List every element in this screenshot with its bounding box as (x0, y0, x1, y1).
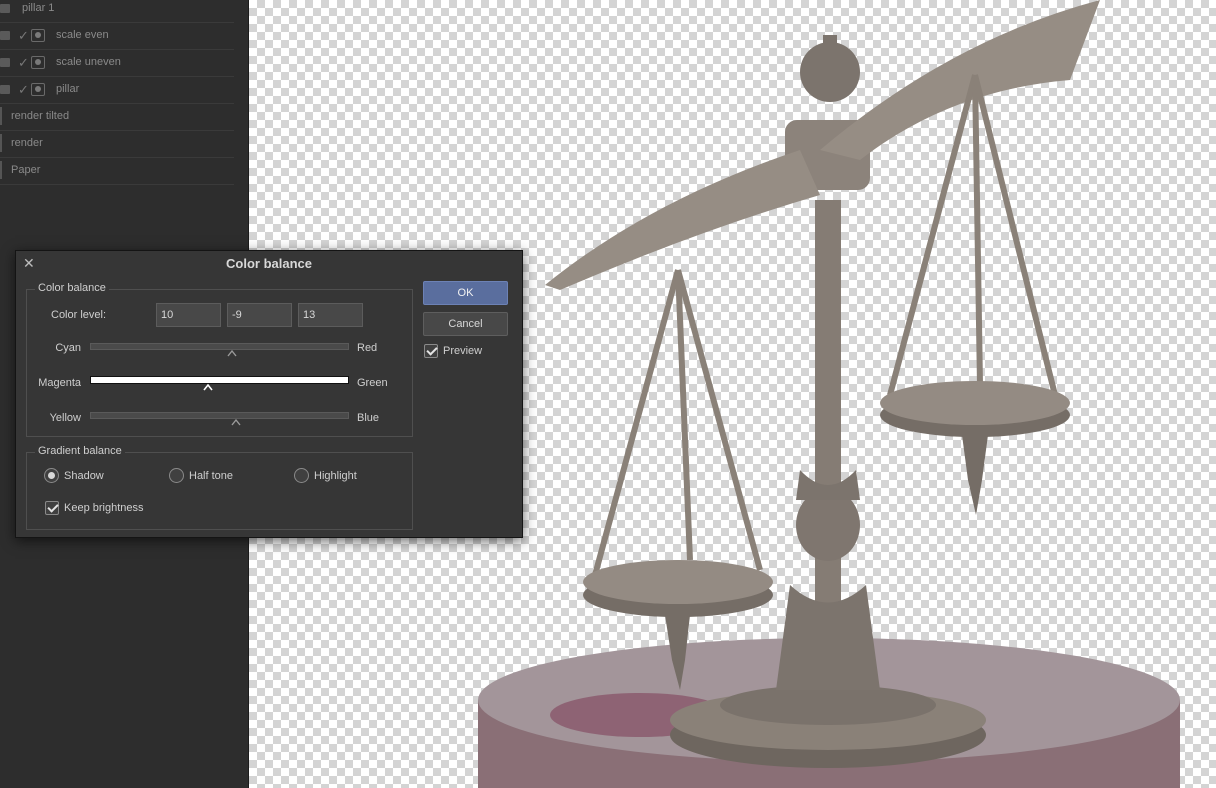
layer-name: Paper (11, 164, 41, 176)
layer-row-scale-even[interactable]: ✓ scale even (0, 23, 234, 50)
layer-color-icon[interactable] (31, 83, 45, 96)
layer-row-pillar-1[interactable]: pillar 1 (0, 0, 234, 23)
layer-color-icon[interactable] (31, 29, 45, 42)
keep-brightness-label: Keep brightness (64, 502, 144, 514)
layer-edge (0, 107, 2, 125)
folder-icon (0, 31, 10, 40)
layer-row-render[interactable]: render (0, 131, 234, 158)
layer-name: scale even (56, 29, 109, 41)
right-chain-3 (972, 74, 1058, 396)
blue-label: Blue (357, 412, 380, 424)
layer-edge (0, 134, 2, 152)
left-pan (583, 560, 773, 604)
shadow-radio[interactable] (44, 468, 59, 483)
layer-name: pillar (56, 83, 80, 95)
green-label: Green (357, 377, 388, 389)
preview-checkbox[interactable] (424, 344, 438, 358)
layer-color-icon[interactable] (31, 56, 45, 69)
color-level-input-2[interactable]: -9 (227, 303, 292, 327)
dialog-title: Color balance (226, 256, 312, 271)
color-level-input-3[interactable]: 13 (298, 303, 363, 327)
highlight-label: Highlight (314, 470, 357, 482)
right-pan (880, 381, 1070, 425)
pillar-column (815, 200, 841, 640)
layer-row-scale-uneven[interactable]: ✓ scale uneven (0, 50, 234, 77)
gradient-balance-group: Gradient balance Shadow Half tone Highli… (26, 445, 413, 530)
layer-row-pillar[interactable]: ✓ pillar (0, 77, 234, 104)
scale-foot-ring (720, 685, 936, 725)
shadow-label: Shadow (64, 470, 104, 482)
halftone-radio[interactable] (169, 468, 184, 483)
red-label: Red (357, 342, 378, 354)
color-balance-group: Color balance Color level: 10 -9 13 Cyan… (26, 282, 413, 437)
visibility-check-icon[interactable]: ✓ (18, 83, 29, 96)
color-balance-dialog: ✕ Color balance Color balance Color leve… (15, 250, 523, 538)
folder-icon (0, 58, 10, 67)
right-pan-drop (962, 435, 988, 515)
magenta-green-slider[interactable] (90, 376, 349, 384)
layer-row-paper[interactable]: Paper (0, 158, 234, 185)
visibility-check-icon[interactable]: ✓ (18, 29, 29, 42)
halftone-label: Half tone (189, 470, 234, 482)
layer-name: scale uneven (56, 56, 121, 68)
cyan-red-thumb[interactable] (227, 349, 237, 357)
yellow-label: Yellow (49, 412, 81, 424)
magenta-green-thumb[interactable] (203, 383, 213, 391)
preview-label: Preview (443, 345, 483, 357)
layer-row-render-tilted[interactable]: render tilted (0, 104, 234, 131)
left-chain-1 (592, 269, 681, 576)
cyan-red-slider[interactable] (90, 343, 349, 350)
right-chain-2 (972, 74, 983, 386)
highlight-radio[interactable] (294, 468, 309, 483)
keep-brightness-checkbox[interactable] (45, 501, 59, 515)
layer-name: render (11, 137, 43, 149)
layer-name: pillar 1 (22, 2, 55, 14)
yellow-blue-slider[interactable] (90, 412, 349, 419)
color-level-input-1[interactable]: 10 (156, 303, 221, 327)
group-title: Gradient balance (35, 445, 125, 457)
layer-edge (0, 161, 2, 179)
yellow-blue-thumb[interactable] (231, 418, 241, 426)
group-title: Color balance (35, 282, 109, 294)
beam-left-arm (545, 150, 820, 290)
top-spike (823, 35, 837, 65)
ok-button[interactable]: OK (423, 281, 508, 305)
visibility-check-icon[interactable]: ✓ (18, 56, 29, 69)
folder-icon (0, 4, 10, 13)
cancel-button[interactable]: Cancel (423, 312, 508, 336)
magenta-label: Magenta (38, 377, 81, 389)
layer-name: render tilted (11, 110, 70, 122)
cyan-label: Cyan (55, 342, 81, 354)
folder-icon (0, 85, 10, 94)
color-level-label: Color level: (51, 309, 107, 321)
